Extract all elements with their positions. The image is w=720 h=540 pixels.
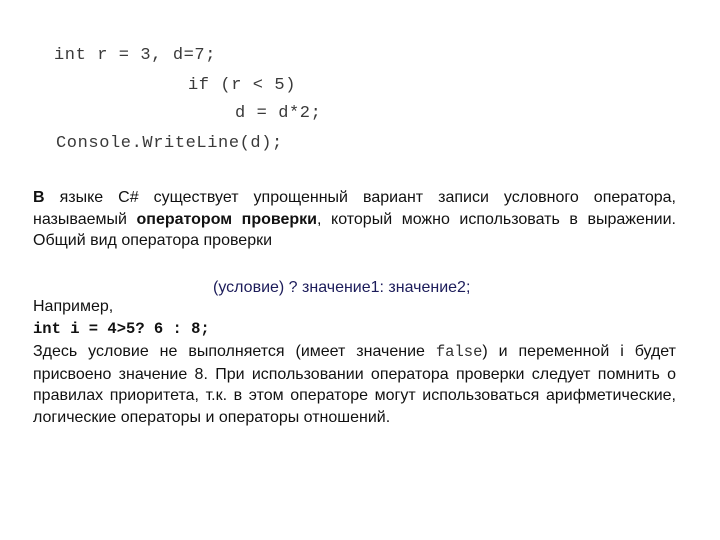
ternary-formula: (условие) ? значение1: значение2; (213, 279, 471, 296)
code-line-output: Console.WriteLine(d); (56, 134, 283, 153)
code-line-if: if (r < 5) (188, 76, 297, 95)
code-line-assignment: d = d*2; (235, 104, 322, 123)
explanation-text-1: Здесь условие не выполняется (имеет знач… (33, 343, 436, 360)
example-label: Например, (33, 298, 114, 315)
example-code: int i = 4>5? 6 : 8; (33, 320, 210, 338)
intro-lead: В (33, 189, 45, 206)
false-keyword: false (435, 343, 483, 361)
intro-term: оператором проверки (136, 210, 318, 228)
explanation-paragraph: Здесь условие не выполняется (имеет знач… (33, 341, 676, 428)
code-line-declaration: int r = 3, d=7; (54, 46, 217, 65)
intro-paragraph: В языке C# существует упрощенный вариант… (33, 187, 676, 252)
